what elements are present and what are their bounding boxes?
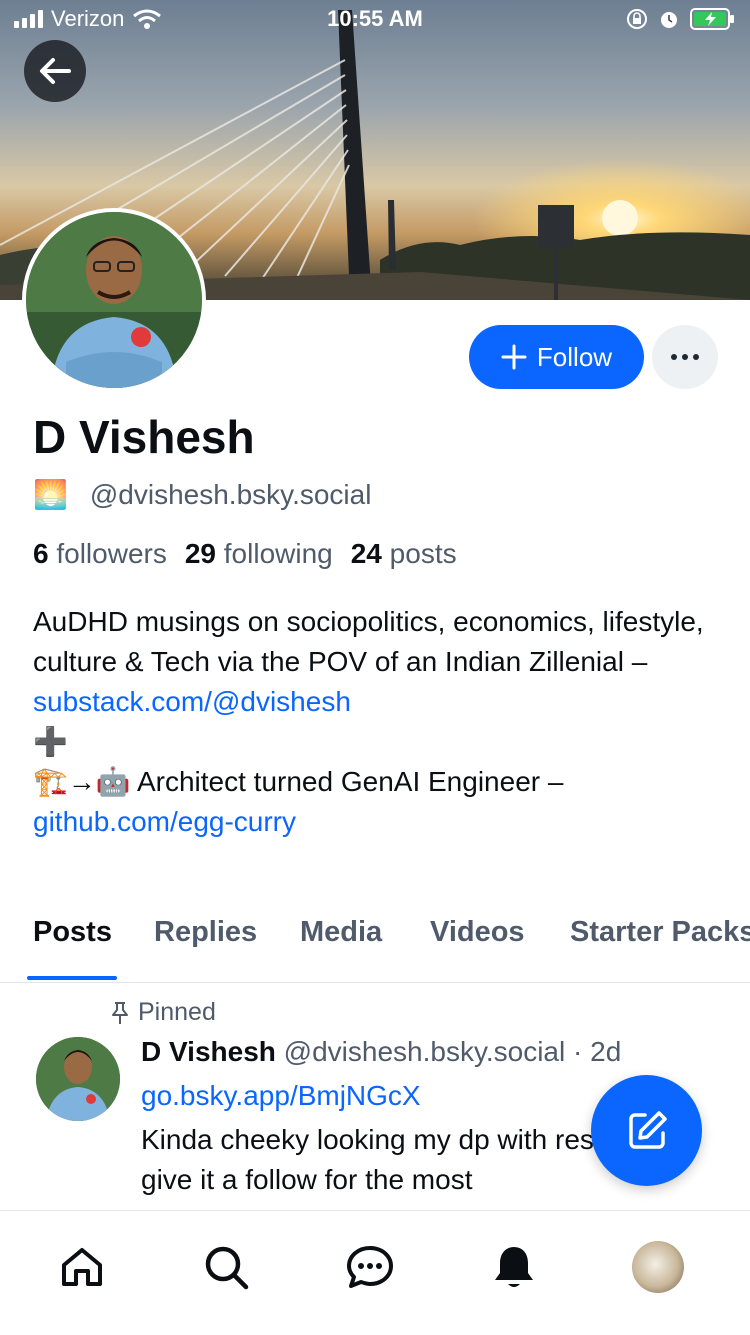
post-author-handle: @dvishesh.bsky.social — [283, 1036, 566, 1067]
posts-label: posts — [389, 538, 457, 569]
following-label: following — [223, 538, 333, 569]
sunrise-emoji: 🌅 — [33, 479, 68, 510]
followers-stat[interactable]: 6 followers — [33, 538, 167, 570]
avatar-photo — [26, 212, 202, 388]
bio-plus-emoji: ➕ — [33, 726, 68, 757]
profile-avatar-icon — [632, 1241, 684, 1293]
home-icon — [62, 1248, 102, 1286]
bottom-navigation — [0, 1210, 750, 1335]
pinned-indicator: Pinned — [110, 998, 216, 1027]
posts-stat: 24 posts — [351, 538, 457, 570]
bio-emoji: 🏗️→🤖 — [33, 766, 131, 797]
bio-github-link[interactable]: github.com/egg-curry — [33, 802, 723, 842]
post-author-avatar[interactable] — [36, 1037, 120, 1121]
pin-icon — [112, 1001, 128, 1024]
tab-starter-packs[interactable]: Starter Packs — [570, 916, 750, 949]
nav-profile[interactable] — [630, 1239, 686, 1295]
following-stat[interactable]: 29 following — [185, 538, 333, 570]
nav-search[interactable] — [198, 1239, 254, 1295]
follow-button[interactable]: Follow — [469, 325, 644, 389]
nav-home[interactable] — [54, 1239, 110, 1295]
status-bar: Verizon 10:55 AM — [0, 0, 750, 40]
ellipsis-icon — [671, 354, 699, 360]
follow-button-label: Follow — [536, 341, 613, 372]
arrow-left-icon — [40, 58, 71, 84]
tab-posts[interactable]: Posts — [33, 916, 112, 949]
pinned-label: Pinned — [138, 998, 216, 1026]
post-author-name[interactable]: D Vishesh — [141, 1036, 276, 1067]
nav-notifications[interactable] — [486, 1239, 542, 1295]
profile-stats: 6 followers 29 following 24 posts — [33, 538, 457, 570]
profile-bio: AuDHD musings on sociopolitics, economic… — [33, 602, 723, 842]
status-icons — [626, 7, 736, 31]
active-tab-indicator — [27, 976, 117, 980]
compose-icon — [628, 1110, 667, 1149]
post-avatar-photo — [36, 1037, 120, 1121]
nav-chat[interactable] — [342, 1239, 398, 1295]
followers-count: 6 — [33, 538, 49, 569]
back-button[interactable] — [24, 40, 86, 102]
display-name: D Vishesh — [33, 411, 255, 463]
profile-tabs: Posts Replies Media Videos Starter Packs — [0, 898, 750, 983]
bell-icon — [495, 1247, 533, 1287]
bio-text: AuDHD musings on sociopolitics, economic… — [33, 606, 704, 677]
chat-icon — [347, 1246, 393, 1288]
more-options-button[interactable] — [652, 325, 718, 389]
alarm-icon — [661, 12, 677, 28]
post-timestamp: · 2d — [573, 1036, 622, 1067]
post-header: D Vishesh @dvishesh.bsky.social · 2d — [141, 1036, 621, 1068]
bio-substack-link[interactable]: substack.com/@dvishesh — [33, 682, 723, 722]
plus-icon — [501, 344, 527, 370]
battery-charging-icon — [690, 8, 734, 30]
tab-media[interactable]: Media — [300, 916, 382, 949]
bio-line2-text: Architect turned GenAI Engineer – — [130, 766, 564, 797]
tab-replies[interactable]: Replies — [154, 916, 257, 949]
tab-videos[interactable]: Videos — [430, 916, 525, 949]
followers-label: followers — [56, 538, 167, 569]
handle: @dvishesh.bsky.social — [89, 478, 372, 510]
following-count: 29 — [184, 538, 216, 569]
handle-row: 🌅 @dvishesh.bsky.social — [33, 478, 371, 511]
rotation-lock-icon — [627, 9, 647, 29]
profile-avatar[interactable] — [22, 208, 206, 392]
compose-button[interactable] — [591, 1075, 702, 1186]
search-icon — [205, 1246, 249, 1290]
post-link[interactable]: go.bsky.app/BmjNGcX — [141, 1080, 421, 1112]
posts-count: 24 — [350, 538, 382, 569]
bio-line2: 🏗️→🤖 Architect turned GenAI Engineer – — [33, 762, 723, 802]
